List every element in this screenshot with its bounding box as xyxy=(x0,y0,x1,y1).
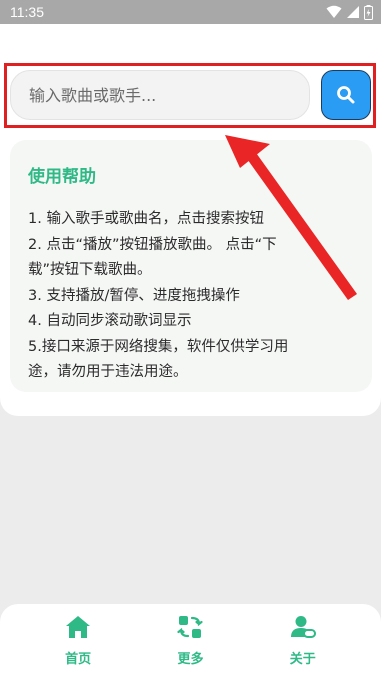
help-line: 5.接口来源于网络搜集，软件仅供学习用 xyxy=(28,338,289,355)
help-panel: 使用帮助 1. 输入歌手或歌曲名，点击搜索按钮 2. 点击“播放”按钮播放歌曲。… xyxy=(10,140,372,392)
user-icon xyxy=(290,614,316,640)
help-line: 2. 点击“播放”按钮播放歌曲。 点击“下 xyxy=(28,236,277,253)
bottom-nav: 首页 更多 关于 xyxy=(0,604,381,677)
home-icon xyxy=(65,614,91,640)
swap-icon xyxy=(177,614,204,640)
signal-icon xyxy=(347,6,359,18)
help-line: 4. 自动同步滚动歌词显示 xyxy=(28,313,192,329)
highlight-box xyxy=(4,63,376,128)
help-line: 3. 支持播放/暂停、进度拖拽操作 xyxy=(28,287,240,304)
nav-item-about[interactable]: 关于 xyxy=(263,614,343,667)
nav-item-home[interactable]: 首页 xyxy=(38,614,118,667)
wifi-icon xyxy=(326,5,342,18)
battery-icon xyxy=(364,4,373,20)
status-icons xyxy=(326,4,373,20)
help-line: 途，请勿用于违法用途。 xyxy=(28,364,188,380)
nav-label-about: 关于 xyxy=(289,652,316,667)
help-title: 使用帮助 xyxy=(28,167,96,187)
nav-label-home: 首页 xyxy=(65,652,92,667)
help-line: 载”按钮下载歌曲。 xyxy=(28,262,152,278)
help-line: 1. 输入歌手或歌曲名，点击搜索按钮 xyxy=(28,211,264,227)
nav-item-more[interactable]: 更多 xyxy=(150,614,230,667)
status-bar: 11:35 xyxy=(0,0,381,24)
status-time: 11:35 xyxy=(10,4,44,20)
nav-label-more: 更多 xyxy=(177,652,204,667)
